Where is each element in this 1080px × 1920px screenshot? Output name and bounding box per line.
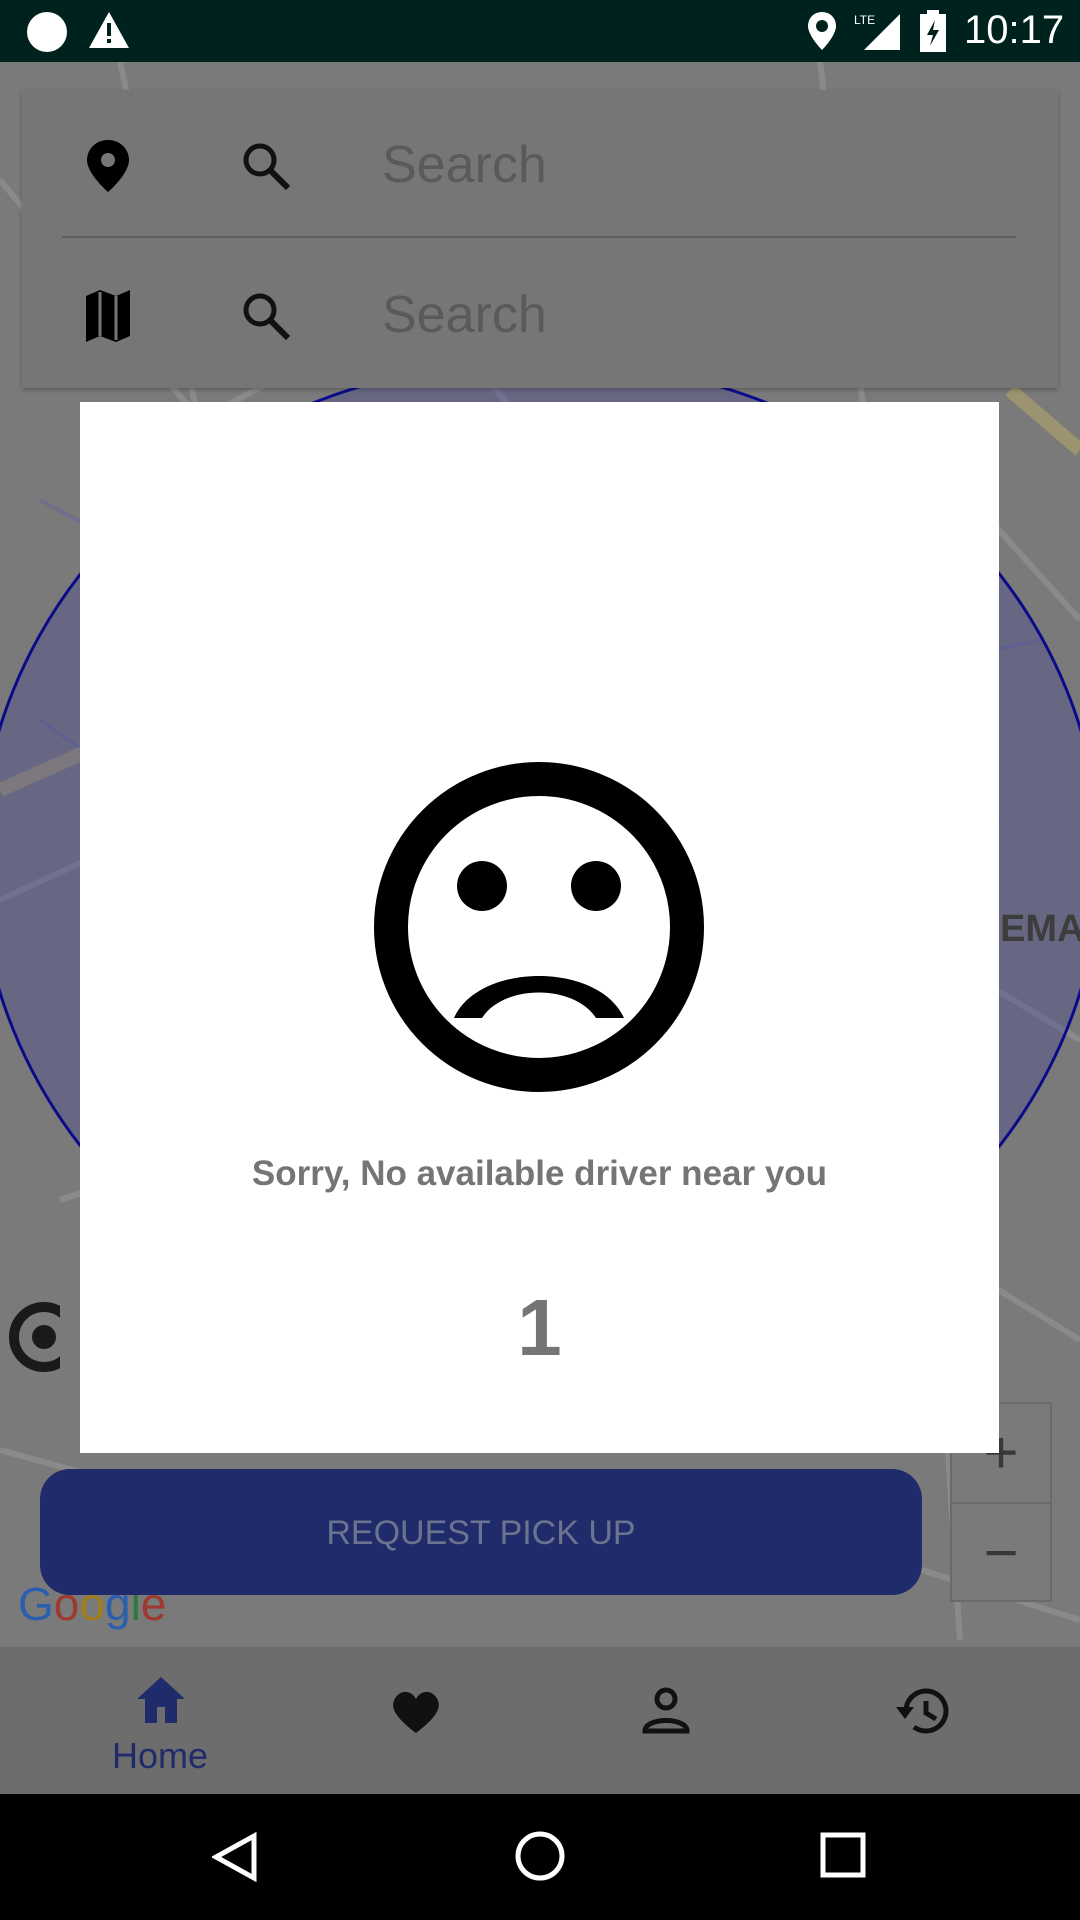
- signal-icon: LTE: [854, 13, 900, 50]
- nav-home[interactable]: Home: [35, 1647, 285, 1794]
- home-icon: [137, 1677, 185, 1723]
- bottom-navigation: Home: [0, 1647, 1080, 1794]
- status-bar: LTE 10:17: [0, 0, 1080, 62]
- map-icon: [86, 290, 130, 342]
- dialog-message: Sorry, No available driver near you: [251, 1154, 828, 1193]
- svg-text:LTE: LTE: [854, 13, 875, 27]
- notification-dot-icon: [27, 12, 67, 52]
- heart-icon: [393, 1691, 439, 1733]
- battery-charging-icon: [920, 10, 946, 52]
- my-location-icon[interactable]: [0, 1292, 60, 1382]
- nav-favorites[interactable]: [288, 1647, 538, 1794]
- search-icon[interactable]: [240, 140, 292, 192]
- person-icon: [642, 1687, 690, 1734]
- nav-history[interactable]: [794, 1647, 1044, 1794]
- location-status-icon: [808, 12, 836, 50]
- recents-icon[interactable]: [820, 1832, 866, 1878]
- pickup-search-row: [22, 90, 1058, 238]
- map-area-label: EMA: [1000, 908, 1080, 950]
- request-pickup-button[interactable]: REQUEST PICK UP: [40, 1469, 922, 1595]
- no-driver-dialog: Sorry, No available driver near you 1: [80, 402, 999, 1453]
- zoom-out-button[interactable]: −: [952, 1502, 1050, 1602]
- warning-icon: [89, 12, 129, 48]
- search-icon[interactable]: [240, 290, 292, 342]
- location-pin-icon: [87, 140, 129, 192]
- search-panel: [22, 90, 1058, 388]
- search-divider: [62, 236, 1016, 238]
- destination-search-input[interactable]: [382, 278, 1002, 352]
- pickup-search-input[interactable]: [382, 128, 1002, 202]
- home-circle-icon[interactable]: [514, 1830, 566, 1882]
- system-navigation-bar: [0, 1794, 1080, 1920]
- nav-home-label: Home: [111, 1735, 209, 1776]
- dialog-count: 1: [517, 1283, 562, 1372]
- destination-search-row: [22, 240, 1058, 388]
- clock: 10:17: [964, 8, 1065, 52]
- nav-profile[interactable]: [541, 1647, 791, 1794]
- sad-face-icon: [374, 762, 704, 1092]
- history-icon: [896, 1688, 949, 1734]
- back-icon[interactable]: [212, 1832, 258, 1882]
